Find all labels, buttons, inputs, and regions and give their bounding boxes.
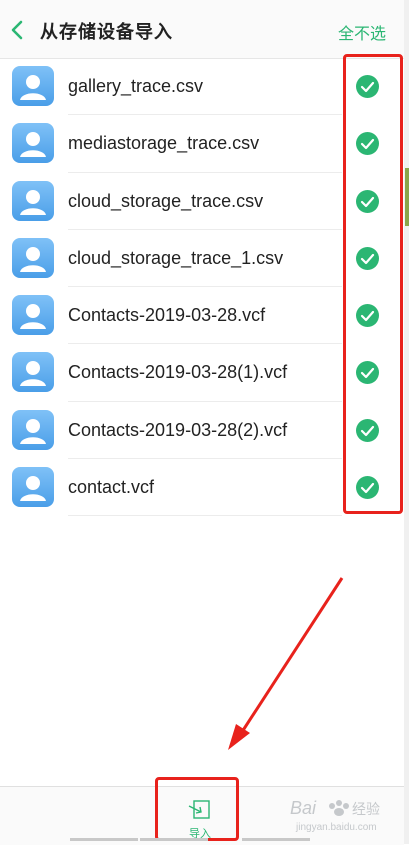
svg-text:jingyan.baidu.com: jingyan.baidu.com [295, 822, 377, 833]
annotation-box-import [155, 777, 239, 841]
svg-text:经验: 经验 [352, 802, 380, 818]
svg-text:Bai: Bai [290, 798, 317, 818]
annotation-arrow [228, 577, 344, 750]
bottom-nav-indicator [70, 838, 310, 841]
watermark: Bai 经验 jingyan.baidu.com [282, 792, 392, 836]
baidu-watermark-logo: Bai 经验 jingyan.baidu.com [290, 798, 380, 833]
